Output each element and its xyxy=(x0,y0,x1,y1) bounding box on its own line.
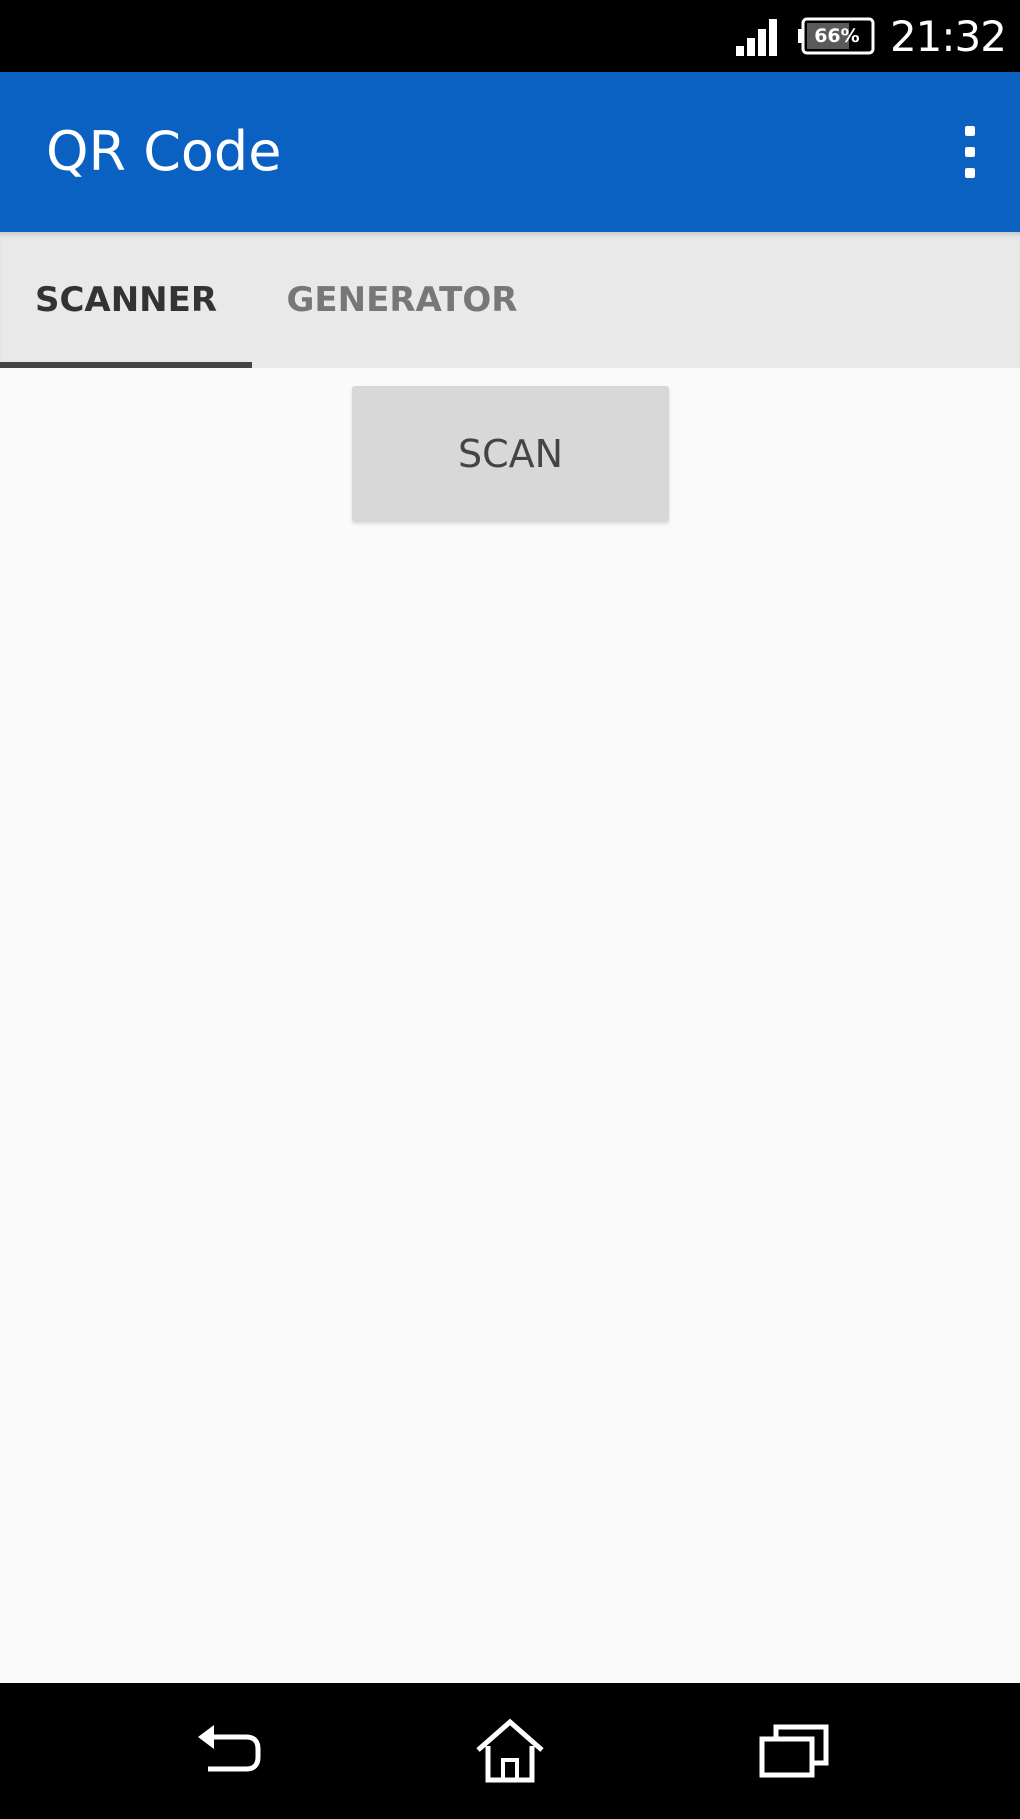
home-icon[interactable] xyxy=(460,1711,560,1791)
recent-apps-icon[interactable] xyxy=(744,1711,844,1791)
scan-button[interactable]: SCAN xyxy=(352,386,669,522)
navigation-bar xyxy=(0,1683,1020,1819)
menu-dot xyxy=(965,168,975,178)
status-icons: 66% 21:32 xyxy=(734,0,1007,72)
tab-bar: SCANNER GENERATOR xyxy=(0,232,1020,368)
clock: 21:32 xyxy=(889,11,1007,61)
tab-scanner[interactable]: SCANNER xyxy=(0,232,252,368)
tab-indicator xyxy=(0,362,252,368)
tab-generator[interactable]: GENERATOR xyxy=(262,232,542,368)
menu-dot xyxy=(965,126,975,136)
screen: 66% 21:32 QR Code SCANNER GENERATOR SCAN xyxy=(0,0,1020,1819)
app-bar: QR Code xyxy=(0,72,1020,232)
signal-icon xyxy=(735,19,777,56)
battery-icon: 66% xyxy=(797,17,876,55)
app-title: QR Code xyxy=(46,120,282,183)
status-bar: 66% 21:32 xyxy=(0,0,1020,72)
menu-dot xyxy=(965,147,975,157)
battery-percent: 66% xyxy=(814,25,860,47)
back-icon[interactable] xyxy=(178,1711,278,1791)
more-vert-icon[interactable] xyxy=(950,120,990,184)
